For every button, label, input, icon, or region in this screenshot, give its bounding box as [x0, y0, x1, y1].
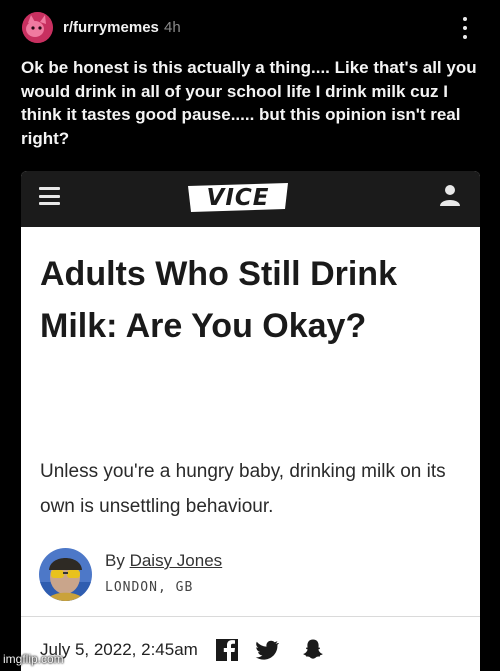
hamburger-icon[interactable]: [39, 187, 60, 205]
post-header: r/furrymemes 4h: [0, 0, 500, 54]
author-avatar[interactable]: [39, 548, 92, 601]
byline: By Daisy Jones: [105, 550, 222, 572]
article-subheading: Unless you're a hungry baby, drinking mi…: [40, 461, 446, 517]
subreddit-avatar[interactable]: [22, 12, 53, 43]
article-headline[interactable]: Adults Who Still Drink Milk: Are You Oka…: [40, 248, 460, 352]
site-header-bar: VICE: [21, 171, 480, 227]
imgflip-watermark: imgflip.com: [3, 652, 64, 666]
divider: [21, 616, 480, 617]
snapchat-icon[interactable]: [301, 638, 325, 662]
user-icon[interactable]: [438, 183, 462, 207]
post-title: Ok be honest is this actually a thing...…: [21, 58, 477, 148]
facebook-icon[interactable]: [215, 638, 239, 662]
twitter-icon[interactable]: [255, 638, 279, 662]
article-screenshot: VICE Adults Who Still Drink Milk: Are Yo…: [21, 171, 480, 671]
author-location: LONDON, GB: [105, 580, 194, 595]
byline-prefix: By: [105, 551, 125, 570]
post-timestamp: 4h: [164, 19, 181, 36]
author-link[interactable]: Daisy Jones: [130, 551, 223, 570]
subreddit-name[interactable]: r/furrymemes: [63, 18, 159, 38]
site-logo-text: VICE: [207, 185, 270, 211]
more-options-icon[interactable]: [458, 15, 472, 41]
vice-logo[interactable]: VICE: [186, 179, 290, 215]
